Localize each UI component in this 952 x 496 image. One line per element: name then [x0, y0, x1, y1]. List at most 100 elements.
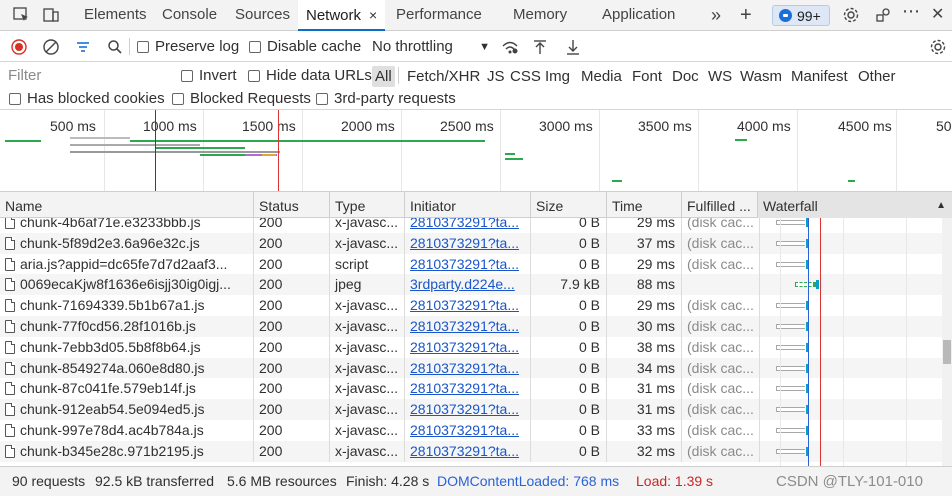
column-header-waterfall[interactable]: Waterfall ▲	[758, 192, 952, 218]
type-filter-css[interactable]: CSS	[507, 66, 544, 87]
cell-initiator-text[interactable]: 2810373291?ta...	[410, 380, 519, 396]
table-row[interactable]: chunk-7ebb3d05.5b8f8b64.js 200 x-javasc...…	[0, 336, 942, 358]
search-icon[interactable]	[106, 36, 124, 57]
tab-network[interactable]: Network ×	[298, 0, 386, 31]
table-row[interactable]: chunk-b345e28c.971b2195.js 200 x-javasc...…	[0, 440, 942, 462]
cell-initiator-text[interactable]: 2810373291?ta...	[410, 218, 519, 230]
blocked-requests-checkbox[interactable]: Blocked Requests	[172, 88, 311, 109]
table-row[interactable]: 0069ecaKjw8f1636e6isjj30ig0igj... 200 jpeg…	[0, 274, 942, 296]
cell-initiator-text[interactable]: 2810373291?ta...	[410, 443, 519, 459]
disable-cache-checkbox[interactable]: Disable cache	[249, 36, 361, 57]
cell-initiator[interactable]: 2810373291?ta...	[405, 295, 531, 316]
type-filter-manifest[interactable]: Manifest	[788, 66, 851, 87]
type-filter-ws[interactable]: WS	[705, 66, 735, 87]
type-filter-font[interactable]: Font	[629, 66, 665, 87]
table-row[interactable]: chunk-8549274a.060e8d80.js 200 x-javasc...…	[0, 357, 942, 379]
cell-initiator[interactable]: 2810373291?ta...	[405, 336, 531, 358]
column-header-initiator[interactable]: Initiator	[405, 192, 531, 218]
cell-initiator-text[interactable]: 2810373291?ta...	[410, 401, 519, 417]
cell-initiator[interactable]: 2810373291?ta...	[405, 218, 531, 233]
table-row[interactable]: chunk-5f89d2e3.6a96e32c.js 200 x-javasc...…	[0, 232, 942, 254]
cell-initiator-text[interactable]: 2810373291?ta...	[410, 339, 519, 355]
cell-initiator-text[interactable]: 2810373291?ta...	[410, 318, 519, 334]
column-header-type[interactable]: Type	[330, 192, 405, 218]
cell-initiator-text[interactable]: 2810373291?ta...	[410, 360, 519, 376]
cell-initiator[interactable]: 2810373291?ta...	[405, 440, 531, 462]
column-header-time[interactable]: Time	[607, 192, 682, 218]
table-row[interactable]: chunk-912eab54.5e094ed5.js 200 x-javasc...…	[0, 399, 942, 420]
tab-console[interactable]: Console	[162, 0, 217, 31]
type-filter-all[interactable]: All	[372, 66, 395, 87]
tab-elements[interactable]: Elements	[84, 0, 147, 31]
filter-input[interactable]: Filter	[2, 65, 170, 86]
has-blocked-cookies-checkbox[interactable]: Has blocked cookies	[9, 88, 165, 109]
inspect-icon[interactable]	[10, 4, 32, 26]
tab-sources[interactable]: Sources	[235, 0, 290, 31]
type-filter-img[interactable]: Img	[542, 66, 573, 87]
cell-initiator[interactable]: 2810373291?ta...	[405, 420, 531, 441]
issues-badge[interactable]: 99+	[772, 5, 830, 26]
add-tab-icon[interactable]: +	[740, 0, 752, 31]
cell-initiator-text[interactable]: 3rdparty.d224e...	[410, 276, 515, 292]
network-conditions-icon[interactable]	[500, 36, 520, 57]
column-header-status[interactable]: Status	[254, 192, 330, 218]
tab-application[interactable]: Application	[602, 0, 675, 31]
scrollbar-thumb[interactable]	[943, 340, 951, 364]
settings-gear-icon[interactable]	[840, 4, 862, 26]
cell-size: 0 B	[531, 357, 607, 379]
network-overview[interactable]: 500 ms 1000 ms 1500 ms 2000 ms 2500 ms 3…	[0, 110, 952, 192]
hide-data-urls-checkbox[interactable]: Hide data URLs	[248, 65, 372, 86]
cell-initiator-text[interactable]: 2810373291?ta...	[410, 297, 519, 313]
cell-time-text: 37 ms	[636, 234, 675, 251]
tab-memory[interactable]: Memory	[513, 0, 567, 31]
cell-initiator[interactable]: 3rdparty.d224e...	[405, 274, 531, 296]
throttling-select[interactable]: No throttling ▼	[372, 36, 490, 57]
table-row[interactable]: chunk-997e78d4.ac4b784a.js 200 x-javasc...…	[0, 420, 942, 441]
column-header-size[interactable]: Size	[531, 192, 607, 218]
image-file-icon	[5, 278, 15, 292]
cell-fulfilled-by: (disk cac...	[682, 218, 760, 233]
record-icon[interactable]	[10, 36, 28, 57]
table-row[interactable]: aria.js?appid=dc65fe7d7d2aaf3... 200 scrip…	[0, 253, 942, 275]
table-row[interactable]: chunk-4b6af71e.e3233bbb.js 200 x-javasc...…	[0, 218, 942, 233]
table-row[interactable]: chunk-71694339.5b1b67a1.js 200 x-javasc...…	[0, 295, 942, 316]
type-filter-wasm[interactable]: Wasm	[737, 66, 785, 87]
cell-initiator[interactable]: 2810373291?ta...	[405, 357, 531, 379]
column-header-name[interactable]: Name	[0, 192, 254, 218]
type-filter-js[interactable]: JS	[484, 66, 508, 87]
import-har-icon[interactable]	[531, 36, 549, 57]
third-party-requests-checkbox[interactable]: 3rd-party requests	[316, 88, 456, 109]
type-filter-other[interactable]: Other	[855, 66, 899, 87]
tab-performance[interactable]: Performance	[396, 0, 482, 31]
more-options-icon[interactable]: ⋯	[902, 0, 920, 27]
more-tabs-icon[interactable]: »	[711, 0, 721, 31]
invert-checkbox[interactable]: Invert	[181, 65, 237, 86]
network-settings-icon[interactable]	[929, 36, 947, 57]
type-filter-media[interactable]: Media	[578, 66, 625, 87]
cell-initiator[interactable]: 2810373291?ta...	[405, 253, 531, 275]
cell-initiator[interactable]: 2810373291?ta...	[405, 378, 531, 400]
export-har-icon[interactable]	[564, 36, 582, 57]
cell-type-text: x-javasc...	[335, 442, 399, 459]
cell-initiator-text[interactable]: 2810373291?ta...	[410, 256, 519, 272]
type-filter-fetch-xhr[interactable]: Fetch/XHR	[404, 66, 483, 87]
cell-initiator[interactable]: 2810373291?ta...	[405, 399, 531, 420]
column-header-fulfilled-by[interactable]: Fulfilled ...	[682, 192, 758, 218]
cell-initiator-text[interactable]: 2810373291?ta...	[410, 422, 519, 438]
type-filter-doc[interactable]: Doc	[669, 66, 702, 87]
preserve-log-checkbox[interactable]: Preserve log	[137, 36, 239, 57]
table-row[interactable]: chunk-77f0cd56.28f1016b.js 200 x-javasc...…	[0, 316, 942, 337]
close-devtools-icon[interactable]: ✕	[931, 0, 944, 31]
clear-icon[interactable]	[42, 36, 60, 57]
customize-icon[interactable]	[872, 4, 894, 26]
close-tab-icon[interactable]: ×	[369, 7, 377, 23]
cell-initiator-text[interactable]: 2810373291?ta...	[410, 235, 519, 251]
cell-initiator[interactable]: 2810373291?ta...	[405, 232, 531, 254]
table-scrollbar[interactable]	[942, 218, 952, 466]
cell-initiator[interactable]: 2810373291?ta...	[405, 316, 531, 337]
filter-icon[interactable]	[74, 36, 92, 57]
cell-type: x-javasc...	[330, 336, 405, 358]
device-toolbar-icon[interactable]	[40, 4, 62, 26]
cell-fulfilled-by-text: (disk cac...	[687, 401, 754, 418]
table-row[interactable]: chunk-87c041fe.579eb14f.js 200 x-javasc...…	[0, 378, 942, 400]
